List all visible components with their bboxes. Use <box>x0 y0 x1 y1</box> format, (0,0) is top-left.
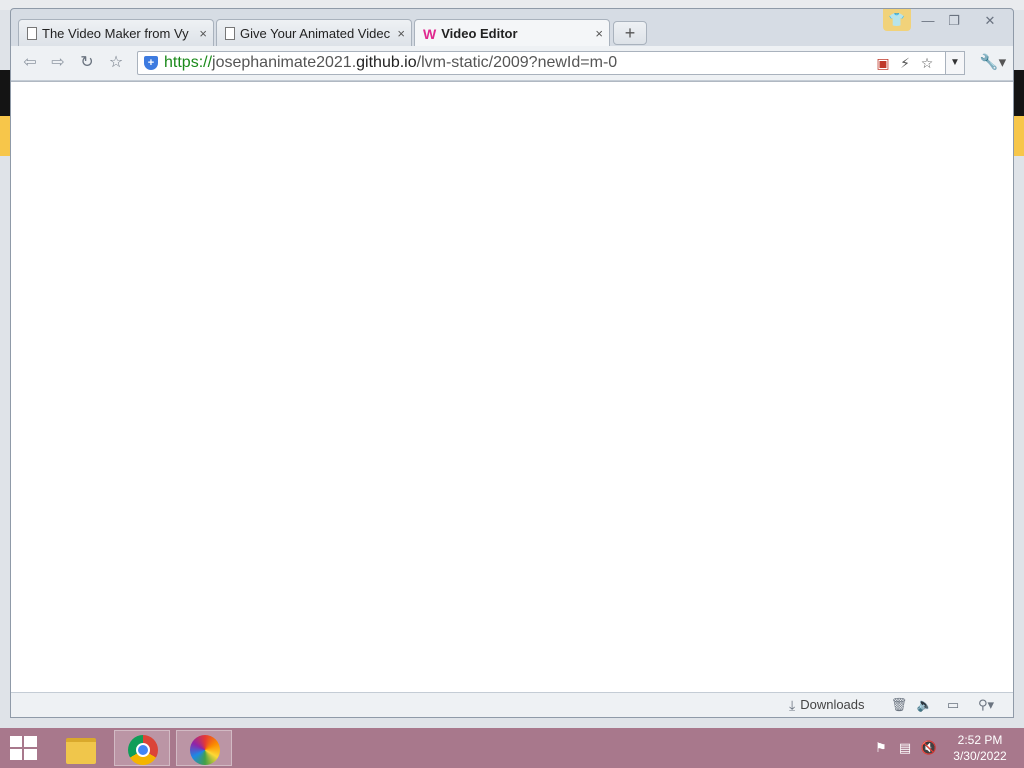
close-icon[interactable]: × <box>195 26 207 41</box>
bookmark-star-icon[interactable]: ☆ <box>105 53 127 73</box>
zoom-icon[interactable]: ⚲▾ <box>971 696 1001 714</box>
system-clock[interactable]: 2:52 PM 3/30/2022 <box>948 732 1012 764</box>
file-explorer-button[interactable] <box>52 730 108 766</box>
tab-video-editor[interactable]: W Video Editor × <box>414 19 610 47</box>
clock-date: 3/30/2022 <box>953 749 1007 763</box>
clock-time: 2:52 PM <box>957 733 1003 747</box>
status-bar: ⤓ Downloads 🗑 🔈 ▭ ⚲▾ <box>11 692 1013 717</box>
blocked-popup-icon[interactable]: ▣ <box>872 55 894 72</box>
tab-title: The Video Maker from Vy <box>42 25 189 41</box>
restore-icon[interactable]: ❐ <box>941 11 967 31</box>
new-tab-button[interactable]: + <box>613 21 647 45</box>
chrome-icon <box>128 735 158 765</box>
close-icon[interactable]: × <box>393 26 405 41</box>
page-icon <box>225 26 235 40</box>
vyond-w-icon: W <box>423 25 437 42</box>
address-bar[interactable]: + https://josephanimate2021.github.io/lv… <box>137 51 963 75</box>
folder-icon <box>66 738 96 764</box>
downloads-label: Downloads <box>800 697 865 712</box>
volume-muted-icon[interactable]: 🔇 <box>920 740 938 756</box>
theme-shirt-icon[interactable]: 👕 <box>883 9 911 31</box>
network-icon[interactable]: ▤ <box>896 740 914 756</box>
flag-warning-icon[interactable]: ⚑ <box>872 740 890 756</box>
toolbar: ⇦ ⇨ ↻ ☆ + https://josephanimate2021.gith… <box>11 46 1013 81</box>
wrench-icon[interactable]: 🔧▾ <box>979 53 1007 73</box>
window-close-icon[interactable]: ✕ <box>977 11 1003 31</box>
taskbar: ⚑ ▤ 🔇 2:52 PM 3/30/2022 <box>0 728 1024 768</box>
minimize-icon[interactable]: — <box>915 11 941 31</box>
address-url[interactable]: https://josephanimate2021.github.io/lvm-… <box>164 54 872 72</box>
forward-icon[interactable]: ⇨ <box>47 53 69 73</box>
browser-window: The Video Maker from Vy × Give Your Anim… <box>10 8 1014 718</box>
tab-title: Video Editor <box>441 26 518 41</box>
downloads-button[interactable]: ⤓ Downloads <box>789 696 885 714</box>
page-icon <box>27 26 37 40</box>
windows-start-icon[interactable] <box>10 736 38 762</box>
tab-video-maker[interactable]: The Video Maker from Vy × <box>18 19 214 46</box>
page-content[interactable] <box>11 81 1013 694</box>
screen-icon[interactable]: ▭ <box>943 696 963 714</box>
chrome-taskbar-button[interactable] <box>114 730 170 766</box>
tab-animated-video[interactable]: Give Your Animated Videc × <box>216 19 412 46</box>
back-icon[interactable]: ⇦ <box>19 53 41 73</box>
pinwheel-app-button[interactable] <box>176 730 232 766</box>
pinwheel-icon <box>190 735 220 765</box>
star-icon[interactable]: ☆ <box>916 55 938 72</box>
chevron-down-icon[interactable]: ▼ <box>945 51 965 75</box>
close-icon[interactable]: × <box>591 26 603 41</box>
tab-title: Give Your Animated Videc <box>240 25 391 41</box>
lightning-icon[interactable]: ⚡︎ <box>894 55 916 72</box>
reload-icon[interactable]: ↻ <box>76 53 98 73</box>
shield-icon: + <box>144 56 158 70</box>
download-icon: ⤓ <box>789 697 796 713</box>
title-bar[interactable]: The Video Maker from Vy × Give Your Anim… <box>11 9 1013 47</box>
speaker-icon[interactable]: 🔈 <box>915 696 935 714</box>
trash-icon[interactable]: 🗑 <box>889 696 909 714</box>
